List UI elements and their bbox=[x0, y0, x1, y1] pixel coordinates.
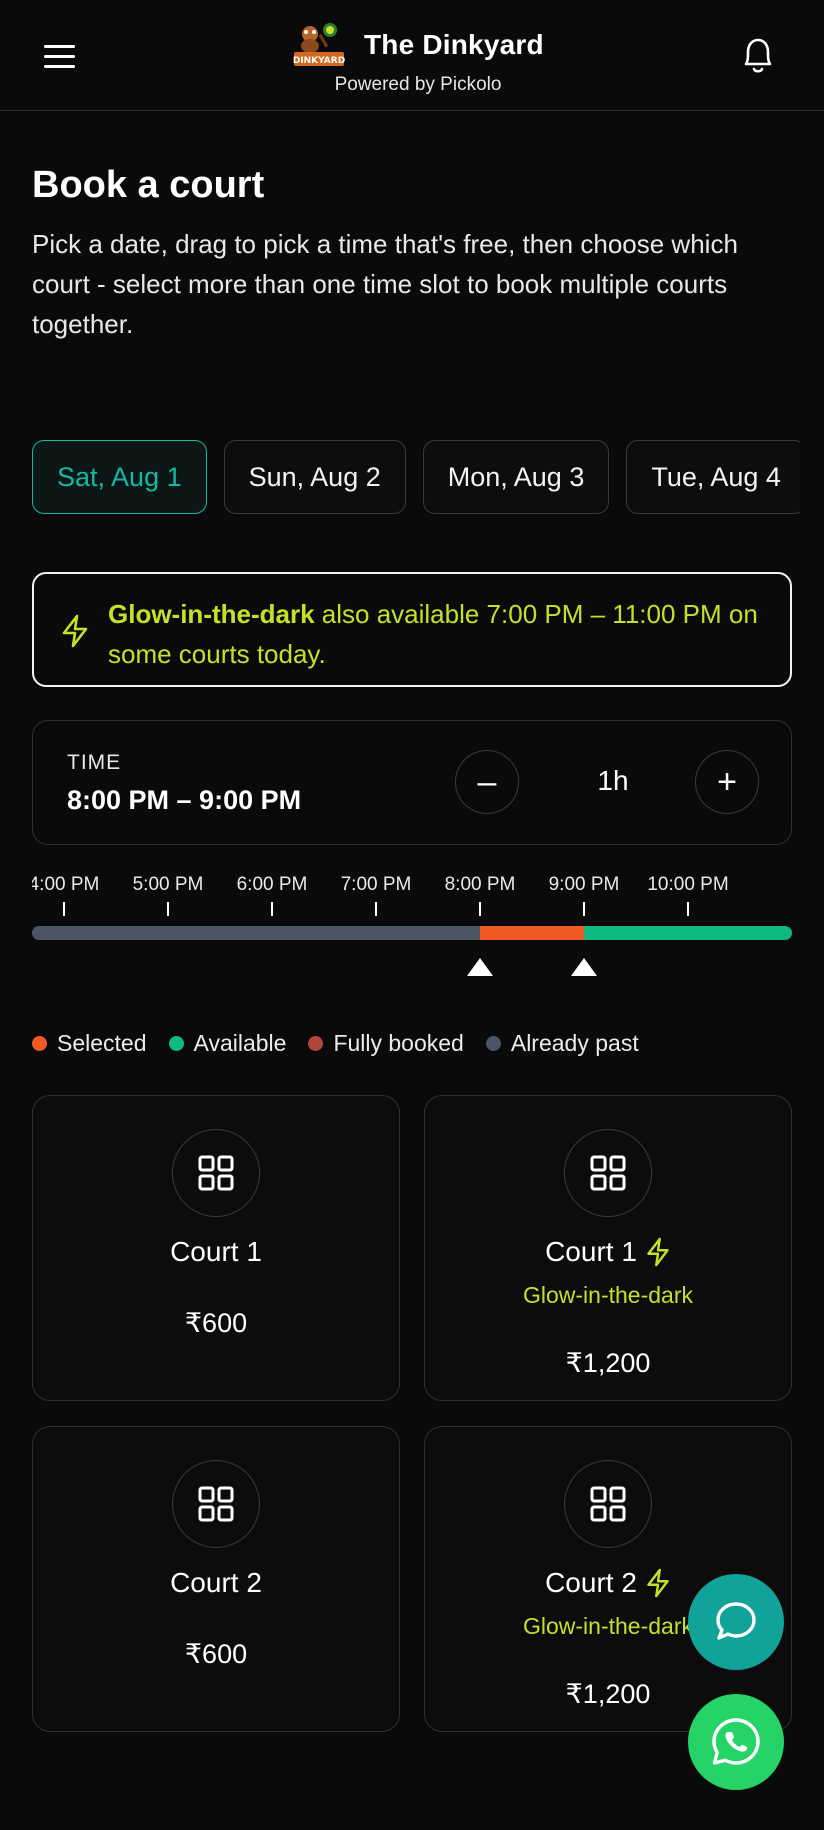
court-icon-circle bbox=[172, 1129, 260, 1217]
court-price: ₹1,200 bbox=[565, 1348, 651, 1378]
time-picker: TIME 8:00 PM – 9:00 PM – 1h + bbox=[32, 720, 792, 845]
timeline-legend: Selected Available Fully booked Already … bbox=[32, 1030, 639, 1057]
date-chip-sun-aug-2[interactable]: Sun, Aug 2 bbox=[223, 440, 406, 514]
legend-label: Already past bbox=[510, 1030, 639, 1056]
date-selector: Sat, Aug 1 Sun, Aug 2 Mon, Aug 3 Tue, Au… bbox=[32, 440, 800, 516]
court-name: Court 1 bbox=[33, 1236, 399, 1268]
tick-mark bbox=[479, 902, 481, 916]
court-name-text: Court 1 bbox=[545, 1236, 637, 1267]
court-card-court-2[interactable]: Court 2 ₹600 bbox=[32, 1426, 400, 1732]
court-glow-label: Glow-in-the-dark bbox=[523, 1282, 693, 1308]
tick-label: 9:00 PM bbox=[548, 874, 620, 895]
plus-icon: + bbox=[717, 762, 737, 801]
dinkyard-logo: DINKYARD bbox=[293, 23, 345, 66]
page-subtitle: Pick a date, drag to pick a time that's … bbox=[32, 229, 738, 339]
svg-text:DINKYARD: DINKYARD bbox=[293, 56, 345, 66]
tick-label: 5:00 PM bbox=[132, 874, 204, 895]
tick-label: 10:00 PM bbox=[647, 874, 729, 895]
court-name-text: Court 2 bbox=[545, 1567, 637, 1598]
date-chip-mon-aug-3[interactable]: Mon, Aug 3 bbox=[422, 440, 610, 514]
menu-button[interactable] bbox=[44, 36, 92, 76]
court-name-text: Court 2 bbox=[170, 1567, 262, 1598]
minus-icon: – bbox=[477, 762, 497, 801]
legend-selected: Selected bbox=[32, 1030, 147, 1057]
date-chip-tue-aug-4[interactable]: Tue, Aug 4 bbox=[626, 440, 800, 514]
grid-icon bbox=[198, 1155, 234, 1191]
page-title: Book a court bbox=[32, 164, 265, 206]
whatsapp-button[interactable] bbox=[688, 1694, 784, 1790]
legend-label: Fully booked bbox=[333, 1030, 464, 1056]
legend-label: Selected bbox=[57, 1030, 147, 1056]
timeline-past-segment bbox=[32, 926, 480, 940]
duration-value: 1h bbox=[597, 765, 629, 796]
tick-label: 8:00 PM bbox=[444, 874, 516, 895]
grid-icon bbox=[590, 1486, 626, 1522]
grid-icon bbox=[590, 1155, 626, 1191]
start-handle[interactable] bbox=[467, 958, 493, 976]
tick-mark bbox=[375, 902, 377, 916]
legend-fully-booked: Fully booked bbox=[308, 1030, 464, 1057]
timeline-available-segment[interactable] bbox=[584, 926, 792, 940]
legend-dot bbox=[485, 1036, 501, 1051]
legend-dot bbox=[32, 1036, 47, 1051]
date-chip-sat-aug-1[interactable]: Sat, Aug 1 bbox=[32, 440, 207, 514]
legend-label: Available bbox=[193, 1030, 287, 1056]
time-label: TIME bbox=[67, 751, 122, 774]
glow-banner: Glow-in-the-dark also available 7:00 PM … bbox=[32, 572, 792, 687]
menu-icon-line bbox=[44, 54, 75, 58]
timeline-selected-segment[interactable] bbox=[480, 926, 584, 940]
court-price: ₹600 bbox=[184, 1639, 248, 1669]
increase-duration-button[interactable]: + bbox=[695, 750, 759, 814]
legend-dot bbox=[308, 1036, 324, 1051]
glow-highlight: Glow-in-the-dark bbox=[108, 599, 315, 629]
tick-mark bbox=[63, 902, 65, 916]
tick-label: 6:00 PM bbox=[236, 874, 308, 895]
court-icon-circle bbox=[564, 1460, 652, 1548]
court-icon-circle bbox=[172, 1460, 260, 1548]
legend-dot bbox=[168, 1036, 184, 1051]
legend-available: Available bbox=[168, 1030, 287, 1057]
lightning-icon bbox=[647, 1568, 669, 1598]
whatsapp-icon bbox=[712, 1718, 760, 1765]
tick-label: 7:00 PM bbox=[340, 874, 412, 895]
brand[interactable]: DINKYARD The Dinkyard bbox=[292, 22, 544, 68]
tick-mark bbox=[271, 902, 273, 916]
tick-label: 4:00 PM bbox=[32, 874, 100, 895]
chat-button[interactable] bbox=[688, 1574, 784, 1670]
court-price: ₹600 bbox=[184, 1308, 248, 1338]
decrease-duration-button[interactable]: – bbox=[455, 750, 519, 814]
tick-mark bbox=[583, 902, 585, 916]
bell-icon[interactable] bbox=[738, 34, 778, 76]
court-name: Court 2 bbox=[33, 1567, 399, 1599]
chat-bubble-icon bbox=[716, 1602, 756, 1640]
court-card-court-1[interactable]: Court 1 ₹600 bbox=[32, 1095, 400, 1401]
court-card-court-1-glow[interactable]: Court 1 Glow-in-the-dark ₹1,200 bbox=[424, 1095, 792, 1401]
app-header: DINKYARD The Dinkyard Powered by Pickolo bbox=[0, 0, 824, 111]
app-name: The Dinkyard bbox=[364, 29, 544, 60]
lightning-icon bbox=[647, 1237, 669, 1267]
court-name: Court 1 bbox=[425, 1236, 791, 1268]
legend-already-past: Already past bbox=[485, 1030, 639, 1057]
tick-mark bbox=[167, 902, 169, 916]
court-icon-circle bbox=[564, 1129, 652, 1217]
grid-icon bbox=[198, 1486, 234, 1522]
time-slider[interactable]: 4:00 PM 5:00 PM 6:00 PM 7:00 PM 8:00 PM … bbox=[32, 870, 792, 980]
court-name-text: Court 1 bbox=[170, 1236, 262, 1267]
powered-by: Powered by Pickolo bbox=[334, 74, 502, 95]
tick-mark bbox=[687, 902, 689, 916]
end-handle[interactable] bbox=[571, 958, 597, 976]
time-range: 8:00 PM – 9:00 PM bbox=[67, 785, 302, 815]
menu-icon-line bbox=[44, 44, 75, 48]
menu-icon-line bbox=[44, 64, 75, 68]
lightning-icon bbox=[62, 614, 88, 648]
